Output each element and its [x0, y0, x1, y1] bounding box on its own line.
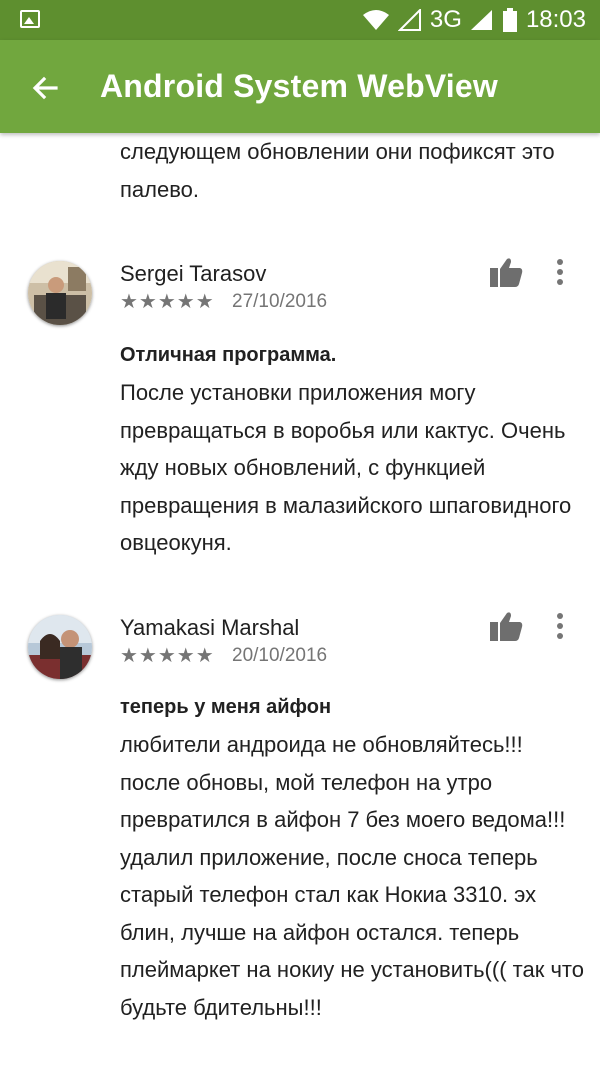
avatar[interactable] — [28, 261, 92, 325]
status-indicators: 3G 18:03 — [362, 0, 586, 40]
app-bar: Android System WebView — [0, 40, 600, 133]
review-date: 27/10/2016 — [232, 291, 328, 312]
status-bar: 3G 18:03 — [0, 0, 600, 40]
previous-review-text: следующем обновлении они пофиксят это па… — [120, 139, 555, 202]
battery-icon — [502, 8, 517, 32]
app-title: Android System WebView — [100, 68, 498, 104]
back-arrow-icon[interactable] — [26, 68, 66, 108]
more-vert-icon[interactable] — [552, 259, 568, 289]
image-notification-icon — [20, 10, 40, 28]
signal-empty-icon — [397, 9, 421, 31]
review-title: Отличная программа. — [120, 344, 337, 366]
review-author: Yamakasi Marshal — [120, 615, 300, 640]
signal-icon — [470, 10, 492, 30]
review-body: любители андроида не обновляйтесь!!! пос… — [120, 732, 584, 1020]
thumbs-up-icon[interactable] — [490, 611, 524, 641]
review-date: 20/10/2016 — [232, 645, 328, 666]
more-vert-icon[interactable] — [552, 613, 568, 643]
reviews-list[interactable]: следующем обновлении они пофиксят это па… — [0, 133, 600, 1066]
avatar[interactable] — [28, 615, 92, 679]
clock: 18:03 — [525, 6, 586, 33]
wifi-icon — [362, 10, 389, 30]
review-author: Sergei Tarasov — [120, 261, 267, 286]
review-title: теперь у меня айфон — [120, 696, 332, 718]
star-rating: ★★★★★ — [120, 291, 215, 313]
star-rating: ★★★★★ — [120, 645, 215, 667]
network-type: 3G — [429, 6, 462, 33]
review-body: После установки приложения могу превраща… — [120, 380, 572, 555]
thumbs-up-icon[interactable] — [490, 257, 524, 287]
